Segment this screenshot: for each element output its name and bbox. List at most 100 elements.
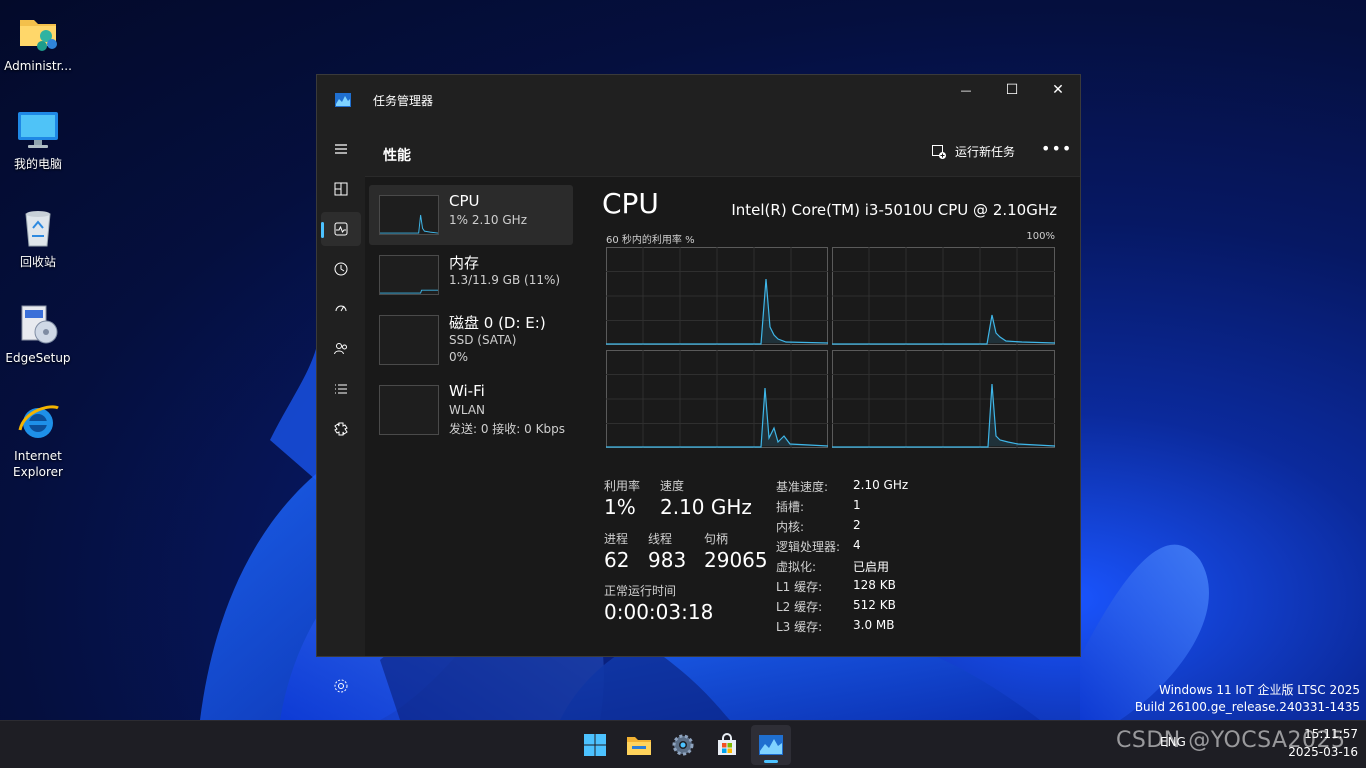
minimize-button[interactable]: — [943, 75, 989, 105]
run-task-label: 运行新任务 [955, 145, 1016, 159]
csdn-watermark: CSDN @YOCSA2025 [1116, 728, 1346, 753]
device-sub: 发送: 0 接收: 0 Kbps [449, 422, 565, 436]
nav-settings[interactable] [329, 674, 353, 698]
spec-key: 虚拟化: [776, 560, 817, 574]
desktop-icon-administrator[interactable]: Administr... [2, 10, 74, 74]
spec-key: L2 缓存: [776, 600, 823, 614]
spec-key: L1 缓存: [776, 580, 823, 594]
spec-key: 逻辑处理器: [776, 540, 841, 554]
device-sub: 1.3/11.9 GB (11%) [449, 273, 561, 287]
settings-icon [672, 734, 694, 756]
close-button[interactable]: ✕ [1035, 75, 1081, 105]
handles-value: 29065 [704, 548, 768, 572]
more-options-icon[interactable]: ••• [1041, 139, 1072, 158]
nav-rail [317, 127, 365, 693]
nav-hamburger[interactable] [321, 132, 361, 166]
processes-label: 进程 [604, 532, 629, 546]
installer-icon [21, 305, 58, 344]
spec-value: 3.0 MB [853, 618, 895, 632]
nav-performance[interactable] [321, 212, 361, 246]
desktop-icon-edgesetup[interactable]: EdgeSetup [2, 302, 74, 366]
disk-thumbnail-graph [379, 315, 439, 365]
device-cpu[interactable]: CPU 1% 2.10 GHz [369, 185, 573, 245]
device-name: Wi-Fi [449, 382, 485, 400]
minimize-icon: — [960, 83, 972, 97]
cpu-core-graphs [606, 247, 1055, 448]
taskbar-start[interactable] [575, 725, 615, 765]
spec-value: 128 KB [853, 578, 896, 592]
processes-value: 62 [604, 548, 630, 572]
device-sub: 0% [449, 350, 469, 364]
user-folder-icon [20, 20, 57, 51]
device-sub: SSD (SATA) [449, 333, 517, 347]
task-manager-icon [759, 735, 783, 755]
core-graph-2 [606, 350, 828, 448]
run-new-task-button[interactable]: 运行新任务 [931, 143, 1015, 160]
taskbar-store[interactable] [707, 725, 747, 765]
page-title: 性能 [383, 148, 411, 164]
page-header: 性能 运行新任务 ••• [365, 127, 1080, 177]
spec-key: 基准速度: [776, 480, 829, 494]
nav-app-history[interactable] [321, 252, 361, 286]
core-graph-3 [832, 350, 1055, 448]
memory-thumbnail-graph [379, 255, 439, 295]
title-bar[interactable]: 任务管理器 — ☐ ✕ [317, 75, 1080, 127]
run-task-icon [932, 144, 946, 159]
desktop-icon-internet-explorer[interactable]: Internet Explorer [2, 400, 74, 480]
startup-icon [335, 305, 347, 312]
users-icon [334, 343, 347, 355]
nav-details[interactable] [321, 372, 361, 406]
windows-build-watermark: Windows 11 IoT 企业版 LTSC 2025 Build 26100… [1135, 682, 1360, 716]
cpu-thumbnail-graph [379, 195, 439, 235]
uptime-label: 正常运行时间 [604, 584, 677, 598]
device-sub: WLAN [449, 403, 486, 417]
processes-icon [334, 182, 348, 196]
device-sub: 1% 2.10 GHz [449, 213, 528, 227]
desktop-icon-my-computer[interactable]: 我的电脑 [2, 108, 74, 172]
internet-explorer-icon [18, 405, 59, 438]
spec-key: 内核: [776, 520, 805, 534]
device-wifi[interactable]: Wi-Fi WLAN 发送: 0 接收: 0 Kbps [369, 375, 573, 436]
uptime-value: 0:00:03:18 [604, 600, 714, 624]
utilization-label: 利用率 [604, 479, 641, 493]
device-name: 磁盘 0 (D: E:) [449, 314, 546, 332]
recycle-bin-icon [25, 211, 51, 247]
app-history-icon [334, 262, 348, 276]
spec-value: 1 [853, 498, 861, 512]
desktop-icon-recycle-bin[interactable]: 回收站 [2, 206, 74, 270]
spec-value: 2 [853, 518, 861, 532]
maximize-button[interactable]: ☐ [989, 75, 1035, 105]
core-graph-1 [832, 247, 1055, 345]
taskbar-file-explorer[interactable] [619, 725, 659, 765]
spec-key: L3 缓存: [776, 620, 823, 634]
graph-max-label: 100% [1026, 231, 1055, 242]
nav-users[interactable] [321, 332, 361, 366]
desktop-icon-label: Administr... [4, 59, 72, 73]
handles-label: 句柄 [704, 532, 729, 546]
build-line: Build 26100.ge_release.240331-1435 [1134, 700, 1360, 714]
device-disk[interactable]: 磁盘 0 (D: E:) SSD (SATA) 0% [369, 305, 573, 365]
core-graph-0 [606, 247, 828, 345]
taskbar-task-manager[interactable] [751, 725, 791, 765]
file-explorer-icon [627, 737, 651, 755]
gear-icon [334, 679, 348, 693]
cpu-detail-pane: CPU Intel(R) Core(TM) i3-5010U CPU @ 2.1… [591, 177, 1080, 656]
spec-key: 插槽: [776, 500, 805, 514]
desktop-icon-label: EdgeSetup [5, 351, 71, 365]
task-manager-logo-icon [335, 93, 351, 107]
nav-startup[interactable] [321, 292, 361, 326]
device-name: CPU [449, 192, 480, 210]
wifi-thumbnail-graph [379, 385, 439, 435]
taskbar-settings[interactable] [663, 725, 703, 765]
device-memory[interactable]: 内存 1.3/11.9 GB (11%) [369, 245, 573, 305]
spec-value: 2.10 GHz [853, 478, 909, 492]
performance-icon [334, 222, 348, 236]
nav-processes[interactable] [321, 172, 361, 206]
store-icon [718, 733, 736, 755]
cpu-model: Intel(R) Core(TM) i3-5010U CPU @ 2.10GHz [731, 201, 1057, 219]
nav-services[interactable] [321, 412, 361, 446]
desktop-icon-label: 我的电脑 [13, 157, 62, 171]
services-icon [334, 422, 348, 436]
threads-value: 983 [648, 548, 687, 572]
maximize-icon: ☐ [1005, 82, 1019, 98]
